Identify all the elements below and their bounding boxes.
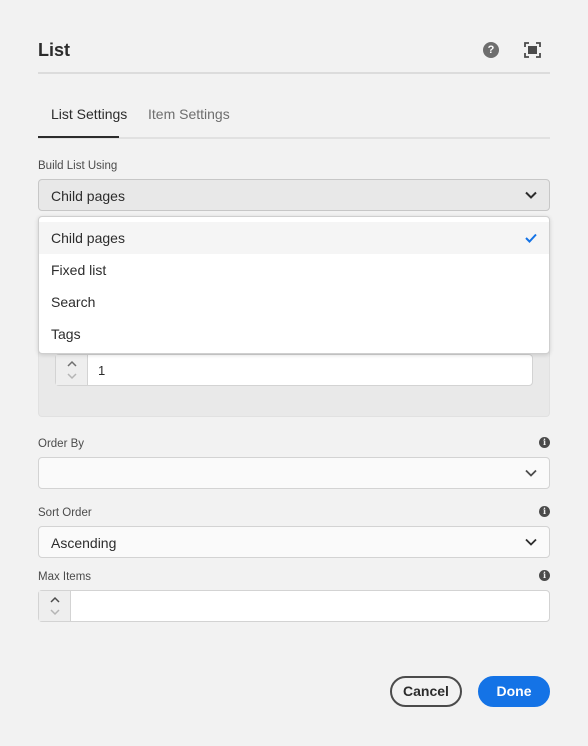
active-tab-indicator xyxy=(38,136,119,138)
dialog-header: List ? xyxy=(38,40,550,74)
depth-input[interactable] xyxy=(98,363,298,378)
tab-item-settings[interactable]: Item Settings xyxy=(148,106,230,122)
build-list-label: Build List Using xyxy=(38,160,118,172)
max-items-stepper[interactable] xyxy=(39,591,71,621)
build-list-value: Child pages xyxy=(51,188,125,204)
info-icon[interactable]: i xyxy=(539,437,550,448)
cancel-button[interactable]: Cancel xyxy=(390,676,462,707)
chevron-down-icon[interactable] xyxy=(50,608,60,616)
option-tags[interactable]: Tags xyxy=(39,318,549,350)
chevron-down-icon xyxy=(525,469,537,477)
option-label: Child pages xyxy=(51,230,125,246)
depth-stepper[interactable] xyxy=(56,355,88,385)
tab-bar: List Settings Item Settings xyxy=(38,100,550,139)
option-search[interactable]: Search xyxy=(39,286,549,318)
option-fixed-list[interactable]: Fixed list xyxy=(39,254,549,286)
order-by-label: Order By xyxy=(38,438,85,450)
order-by-select[interactable] xyxy=(38,457,550,489)
chevron-down-icon xyxy=(525,191,537,199)
checkmark-icon xyxy=(525,233,537,243)
tab-list-settings[interactable]: List Settings xyxy=(51,106,127,122)
info-icon[interactable]: i xyxy=(539,506,550,517)
done-button[interactable]: Done xyxy=(478,676,550,707)
sort-order-value: Ascending xyxy=(51,535,117,551)
option-label: Tags xyxy=(51,326,81,342)
depth-number-field xyxy=(55,354,533,386)
chevron-up-icon[interactable] xyxy=(67,360,77,368)
list-dialog: List ? List Settings Item Settings Build… xyxy=(0,0,588,746)
max-items-label: Max Items xyxy=(38,571,92,583)
max-items-number-field xyxy=(38,590,550,622)
help-icon[interactable]: ? xyxy=(483,42,499,58)
dialog-title: List xyxy=(38,40,71,60)
chevron-up-icon[interactable] xyxy=(50,596,60,604)
option-label: Search xyxy=(51,294,96,310)
build-list-select[interactable]: Child pages xyxy=(38,179,550,211)
chevron-down-icon xyxy=(525,538,537,546)
fullscreen-icon[interactable] xyxy=(524,42,541,58)
option-label: Fixed list xyxy=(51,262,107,278)
option-child-pages[interactable]: Child pages xyxy=(39,222,549,254)
chevron-down-icon[interactable] xyxy=(67,372,77,380)
sort-order-label: Sort Order xyxy=(38,507,92,519)
build-list-dropdown: Child pages Fixed list Search Tags xyxy=(38,216,550,354)
sort-order-select[interactable]: Ascending xyxy=(38,526,550,558)
max-items-input[interactable] xyxy=(81,599,281,614)
info-icon[interactable]: i xyxy=(539,570,550,581)
